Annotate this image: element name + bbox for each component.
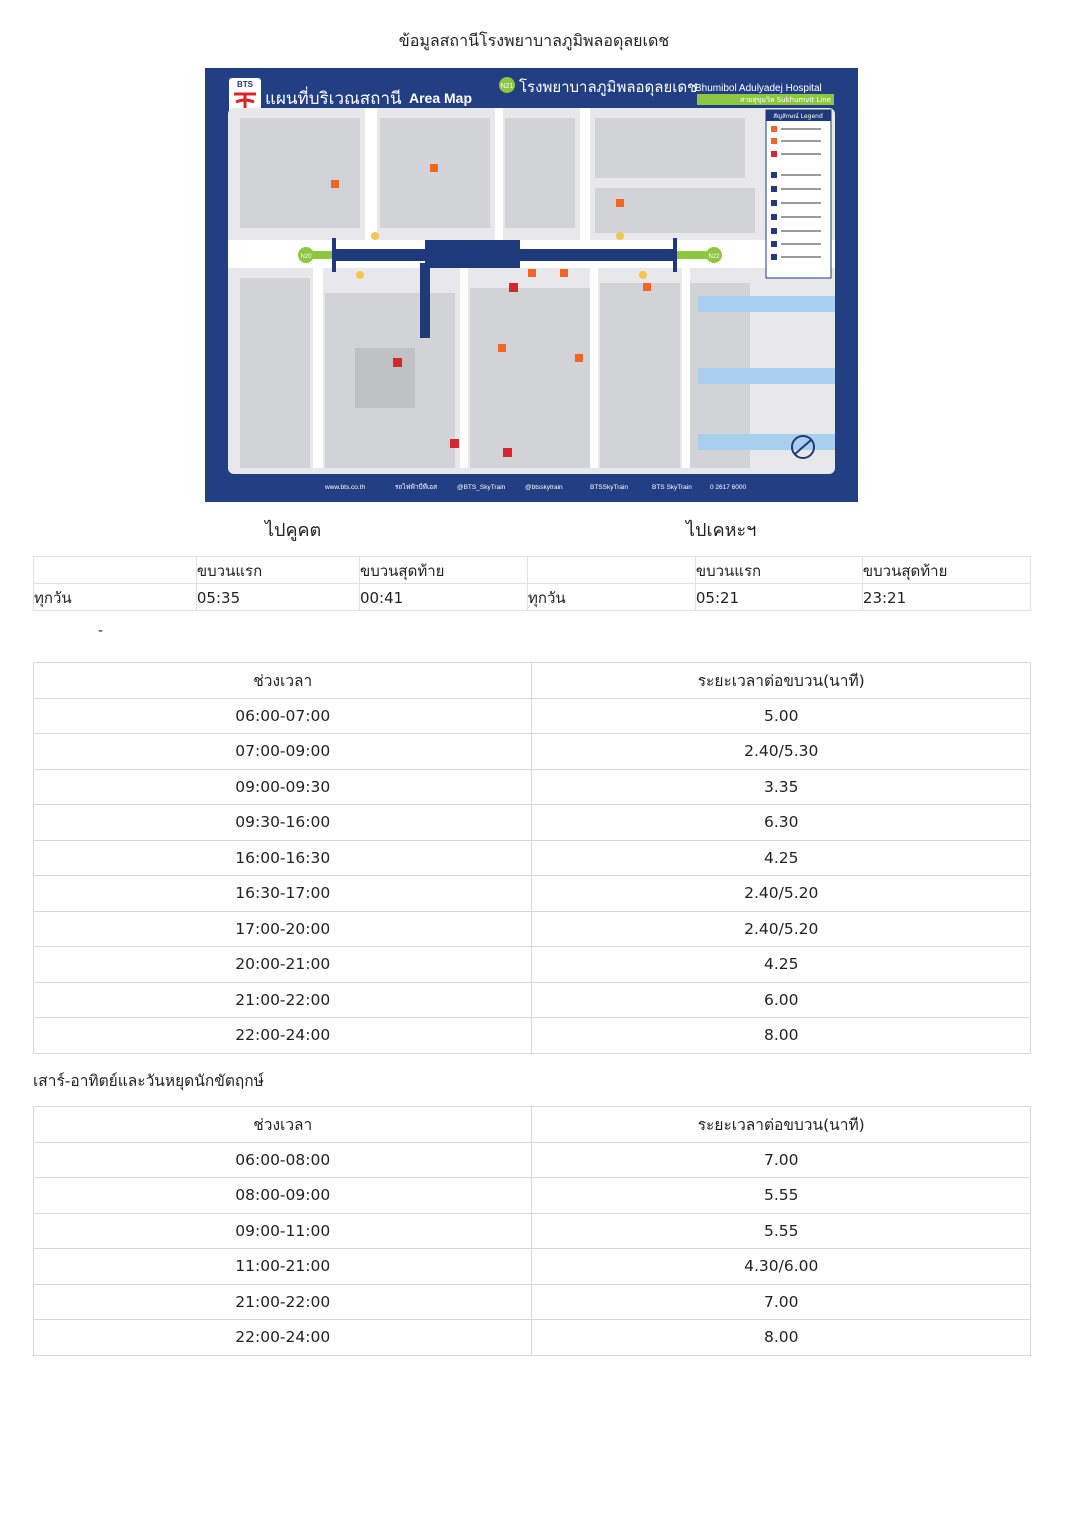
table-row: 21:00-22:00 7.00 (32, 1283, 1031, 1320)
table-row: 21:00-22:00 6.00 (32, 981, 1031, 1018)
prev-station-code: N20 (300, 254, 312, 260)
footer-twitter: @BTS_SkyTrain (457, 484, 506, 491)
table-row: 16:30-17:00 2.40/5.20 (32, 875, 1031, 912)
table-row: 17:00-20:00 2.40/5.20 (32, 910, 1031, 947)
logo-text: BTS (237, 80, 254, 89)
headway-minutes: 4.30/6.00 (531, 1248, 1031, 1285)
time-range: 21:00-22:00 (32, 1283, 533, 1320)
table-header-row: ช่วงเวลา ระยะเวลาต่อขบวน(นาที) (32, 1106, 1031, 1143)
headway-minutes: 8.00 (531, 1017, 1031, 1054)
time-range: 22:00-24:00 (32, 1017, 533, 1054)
table-row: 20:00-21:00 4.25 (32, 946, 1031, 983)
header-last-train: ขบวนสุดท้าย (358, 556, 529, 584)
footer-website: www.bts.co.th (324, 484, 365, 491)
table-row: 06:00-07:00 5.00 (32, 697, 1031, 734)
next-station-code: N22 (708, 254, 720, 260)
table-row: 09:00-11:00 5.55 (32, 1212, 1031, 1249)
headway-minutes: 2.40/5.20 (531, 875, 1031, 912)
table-row: 09:00-09:30 3.35 (32, 768, 1031, 805)
time-range: 22:00-24:00 (32, 1319, 533, 1356)
table-header-row: ช่วงเวลา ระยะเวลาต่อขบวน(นาที) (32, 662, 1031, 699)
last-train-time: 23:21 (861, 583, 1032, 611)
table-row: 11:00-21:00 4.30/6.00 (32, 1248, 1031, 1285)
weekend-headway-table: ช่วงเวลา ระยะเวลาต่อขบวน(นาที) 06:00-08:… (32, 1106, 1031, 1356)
header-cell (33, 556, 197, 584)
header-last-train: ขบวนสุดท้าย (861, 556, 1032, 584)
time-range: 16:30-17:00 (32, 875, 533, 912)
station-name-en: Bhumibol Adulyadej Hospital (695, 83, 822, 94)
table-row: 16:00-16:30 4.25 (32, 839, 1031, 876)
map-heading-en: Area Map (409, 90, 472, 106)
footer-facebook: รถไฟฟ้าบีทีเอส (395, 483, 437, 491)
headway-minutes: 8.00 (531, 1319, 1031, 1356)
table-row: ทุกวัน 05:35 00:41 ทุกวัน 05:21 23:21 (33, 583, 1032, 611)
time-range: 09:00-09:30 (32, 768, 533, 805)
time-range: 08:00-09:00 (32, 1177, 533, 1214)
header-time-range: ช่วงเวลา (32, 1106, 533, 1143)
first-train-time: 05:35 (195, 583, 360, 611)
time-range: 09:00-11:00 (32, 1212, 533, 1249)
headway-minutes: 2.40/5.30 (531, 733, 1031, 770)
headway-minutes: 5.00 (531, 697, 1031, 734)
first-last-train-table: ขบวนแรก ขบวนสุดท้าย ขบวนแรก ขบวนสุดท้าย … (33, 556, 1032, 611)
header-headway: ระยะเวลาต่อขบวน(นาที) (531, 1106, 1031, 1143)
footer-youtube: BTS SkyTrain (652, 484, 692, 491)
footer-phone: 0 2617 6000 (710, 484, 747, 491)
time-range: 21:00-22:00 (32, 981, 533, 1018)
time-range: 16:00-16:30 (32, 839, 533, 876)
table-row: 09:30-16:00 6.30 (32, 804, 1031, 841)
headway-minutes: 4.25 (531, 839, 1031, 876)
table-row: 06:00-08:00 7.00 (32, 1141, 1031, 1178)
first-train-time: 05:21 (694, 583, 863, 611)
table-row: 08:00-09:00 5.55 (32, 1177, 1031, 1214)
header-cell (527, 556, 696, 584)
area-map-image: BTS แผนที่บริเวณสถานี Area Map N21 โรงพย… (205, 68, 858, 502)
headway-minutes: 2.40/5.20 (531, 910, 1031, 947)
table-row: 22:00-24:00 8.00 (32, 1017, 1031, 1054)
headway-minutes: 4.25 (531, 946, 1031, 983)
direction-khu-khot: ไปคูคต (265, 520, 322, 541)
time-range: 06:00-07:00 (32, 697, 533, 734)
headway-minutes: 5.55 (531, 1177, 1031, 1214)
headway-minutes: 6.30 (531, 804, 1031, 841)
day-type: ทุกวัน (527, 583, 696, 611)
last-train-time: 00:41 (358, 583, 529, 611)
table-row: 07:00-09:00 2.40/5.30 (32, 733, 1031, 770)
headway-minutes: 7.00 (531, 1141, 1031, 1178)
header-time-range: ช่วงเวลา (32, 662, 533, 699)
station-name-th: โรงพยาบาลภูมิพลอดุลยเดช (519, 78, 697, 97)
weekday-label: - (98, 623, 104, 639)
time-range: 20:00-21:00 (32, 946, 533, 983)
time-range: 09:30-16:00 (32, 804, 533, 841)
map-heading-th: แผนที่บริเวณสถานี (265, 86, 402, 109)
header-first-train: ขบวนแรก (694, 556, 863, 584)
table-header-row: ขบวนแรก ขบวนสุดท้าย ขบวนแรก ขบวนสุดท้าย (33, 556, 1032, 584)
headway-minutes: 3.35 (531, 768, 1031, 805)
time-range: 07:00-09:00 (32, 733, 533, 770)
day-type: ทุกวัน (33, 583, 197, 611)
headway-minutes: 5.55 (531, 1212, 1031, 1249)
header-headway: ระยะเวลาต่อขบวน(นาที) (531, 662, 1031, 699)
time-range: 17:00-20:00 (32, 910, 533, 947)
line-name: สายสุขุมวิท Sukhumvit Line (740, 96, 831, 104)
legend-title: สัญลักษณ์ Legend (773, 112, 823, 120)
time-range: 06:00-08:00 (32, 1141, 533, 1178)
footer-line: @btsskytrain (525, 484, 563, 491)
headway-minutes: 7.00 (531, 1283, 1031, 1320)
time-range: 11:00-21:00 (32, 1248, 533, 1285)
weekend-label: เสาร์-อาทิตย์และวันหยุดนักขัตฤกษ์ (33, 1072, 264, 1090)
headway-minutes: 6.00 (531, 981, 1031, 1018)
weekday-headway-table: ช่วงเวลา ระยะเวลาต่อขบวน(นาที) 06:00-07:… (32, 662, 1031, 1054)
footer-instagram: BTSSkyTrain (590, 484, 628, 491)
table-row: 22:00-24:00 8.00 (32, 1319, 1031, 1356)
page-title: ข้อมูลสถานีโรงพยาบาลภูมิพลอดุลยเดช (398, 31, 670, 50)
direction-kheha: ไปเคหะฯ (686, 520, 757, 541)
station-code: N21 (501, 83, 514, 90)
header-first-train: ขบวนแรก (195, 556, 360, 584)
